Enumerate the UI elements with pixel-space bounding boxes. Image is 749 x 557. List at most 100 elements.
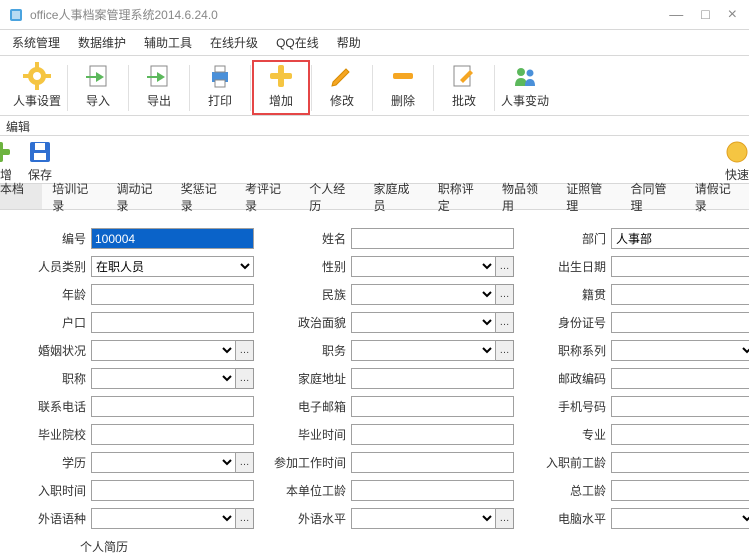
import-icon <box>84 62 112 90</box>
toolbar-minus-button[interactable]: 删除 <box>374 62 432 113</box>
save-icon <box>27 139 53 165</box>
field-input[interactable] <box>611 312 749 333</box>
lookup-button[interactable]: … <box>496 256 514 277</box>
field-input[interactable] <box>91 424 254 445</box>
title-bar: office人事档案管理系统2014.6.24.0 — □ × <box>0 0 749 30</box>
field-c2-3: 政治面貌… <box>260 312 514 333</box>
field-c3-6: 手机号码 <box>520 396 749 417</box>
tab-10[interactable]: 合同管理 <box>621 184 685 209</box>
toolbar-gear-button[interactable]: 人事设置 <box>8 62 66 113</box>
tab-5[interactable]: 个人经历 <box>299 184 363 209</box>
toolbar-label: 人事设置 <box>13 92 61 109</box>
field-select[interactable] <box>91 368 236 389</box>
tab-7[interactable]: 职称评定 <box>428 184 492 209</box>
window-title: office人事档案管理系统2014.6.24.0 <box>30 6 669 23</box>
toolbar-export-button[interactable]: 导出 <box>130 62 188 113</box>
toolbar-label: 批改 <box>452 92 476 109</box>
field-select[interactable]: 人事部 <box>611 228 749 249</box>
field-select[interactable] <box>91 340 236 361</box>
field-c2-7: 毕业时间 <box>260 424 514 445</box>
field-select[interactable] <box>351 256 496 277</box>
lookup-button[interactable]: … <box>496 284 514 305</box>
field-select[interactable] <box>351 508 496 529</box>
toolbar-label: 人事变动 <box>501 92 549 109</box>
toolbar-print-button[interactable]: 打印 <box>191 62 249 113</box>
field-select[interactable] <box>351 312 496 333</box>
lookup-button[interactable]: … <box>496 508 514 529</box>
fast-button[interactable]: 快速 <box>717 139 749 183</box>
field-input[interactable] <box>611 284 749 305</box>
field-input[interactable] <box>351 424 514 445</box>
field-select[interactable]: 在职人员 <box>91 256 254 277</box>
menu-help[interactable]: 帮助 <box>337 34 361 51</box>
tab-3[interactable]: 奖惩记录 <box>171 184 235 209</box>
field-select[interactable] <box>91 508 236 529</box>
save-button[interactable]: 保存 <box>20 139 60 183</box>
menu-data[interactable]: 数据维护 <box>78 34 126 51</box>
field-select[interactable] <box>351 340 496 361</box>
field-input[interactable] <box>91 228 254 249</box>
field-input[interactable] <box>351 228 514 249</box>
field-input[interactable] <box>91 312 254 333</box>
field-select[interactable] <box>351 284 496 305</box>
circle-icon <box>724 139 749 165</box>
minimize-button[interactable]: — <box>669 6 683 24</box>
field-select[interactable] <box>91 452 236 473</box>
lookup-button[interactable]: … <box>496 312 514 333</box>
toolbar-people-button[interactable]: 人事变动 <box>496 62 554 113</box>
field-label: 入职前工龄 <box>520 454 606 471</box>
toolbar-edit-button[interactable]: 修改 <box>313 62 371 113</box>
toolbar-import-button[interactable]: 导入 <box>69 62 127 113</box>
lookup-button[interactable]: … <box>236 368 254 389</box>
lookup-button[interactable]: … <box>236 452 254 473</box>
tab-1[interactable]: 培训记录 <box>42 184 106 209</box>
field-c2-5: 家庭地址 <box>260 368 514 389</box>
field-input[interactable] <box>91 284 254 305</box>
field-input[interactable] <box>611 480 749 501</box>
toolbar-plus-button[interactable]: 增加 <box>252 60 310 115</box>
field-select[interactable] <box>611 508 749 529</box>
field-input[interactable] <box>611 368 749 389</box>
maximize-button[interactable]: □ <box>701 6 709 24</box>
tab-4[interactable]: 考评记录 <box>235 184 299 209</box>
field-label: 家庭地址 <box>260 370 346 387</box>
add-new-button[interactable]: 新增 <box>0 139 20 183</box>
tab-2[interactable]: 调动记录 <box>107 184 171 209</box>
tab-0[interactable]: 基本档案 <box>0 184 42 209</box>
field-input[interactable] <box>91 480 254 501</box>
menu-tools[interactable]: 辅助工具 <box>144 34 192 51</box>
field-select[interactable] <box>611 340 749 361</box>
print-icon <box>206 62 234 90</box>
lookup-button[interactable]: … <box>236 508 254 529</box>
plus-icon <box>267 62 295 90</box>
menu-system[interactable]: 系统管理 <box>12 34 60 51</box>
lookup-button[interactable]: … <box>236 340 254 361</box>
field-input[interactable] <box>351 368 514 389</box>
field-input[interactable] <box>611 452 749 473</box>
field-c1-6: 联系电话 <box>0 396 254 417</box>
menu-upgrade[interactable]: 在线升级 <box>210 34 258 51</box>
tab-9[interactable]: 证照管理 <box>556 184 620 209</box>
field-input[interactable] <box>351 396 514 417</box>
tab-6[interactable]: 家庭成员 <box>364 184 428 209</box>
close-button[interactable]: × <box>728 6 737 24</box>
lookup-button[interactable]: … <box>496 340 514 361</box>
minus-icon <box>389 62 417 90</box>
field-input[interactable] <box>91 396 254 417</box>
field-input[interactable] <box>351 452 514 473</box>
edit-icon <box>328 62 356 90</box>
field-input[interactable] <box>611 256 749 277</box>
field-input[interactable] <box>611 424 749 445</box>
resume-label: 个人简历 <box>80 538 128 555</box>
toolbar-sep <box>311 65 312 111</box>
field-input[interactable] <box>611 396 749 417</box>
field-label: 学历 <box>0 454 86 471</box>
toolbar-label: 打印 <box>208 92 232 109</box>
tab-8[interactable]: 物品领用 <box>492 184 556 209</box>
toolbar-batch-button[interactable]: 批改 <box>435 62 493 113</box>
form-area: 编号姓名部门人事部人员类别在职人员性别…出生日期年龄民族…籍贯户口政治面貌…身份… <box>0 210 749 529</box>
tab-11[interactable]: 请假记录 <box>685 184 749 209</box>
field-c3-9: 总工龄 <box>520 480 749 501</box>
field-input[interactable] <box>351 480 514 501</box>
menu-qq[interactable]: QQ在线 <box>276 34 319 51</box>
